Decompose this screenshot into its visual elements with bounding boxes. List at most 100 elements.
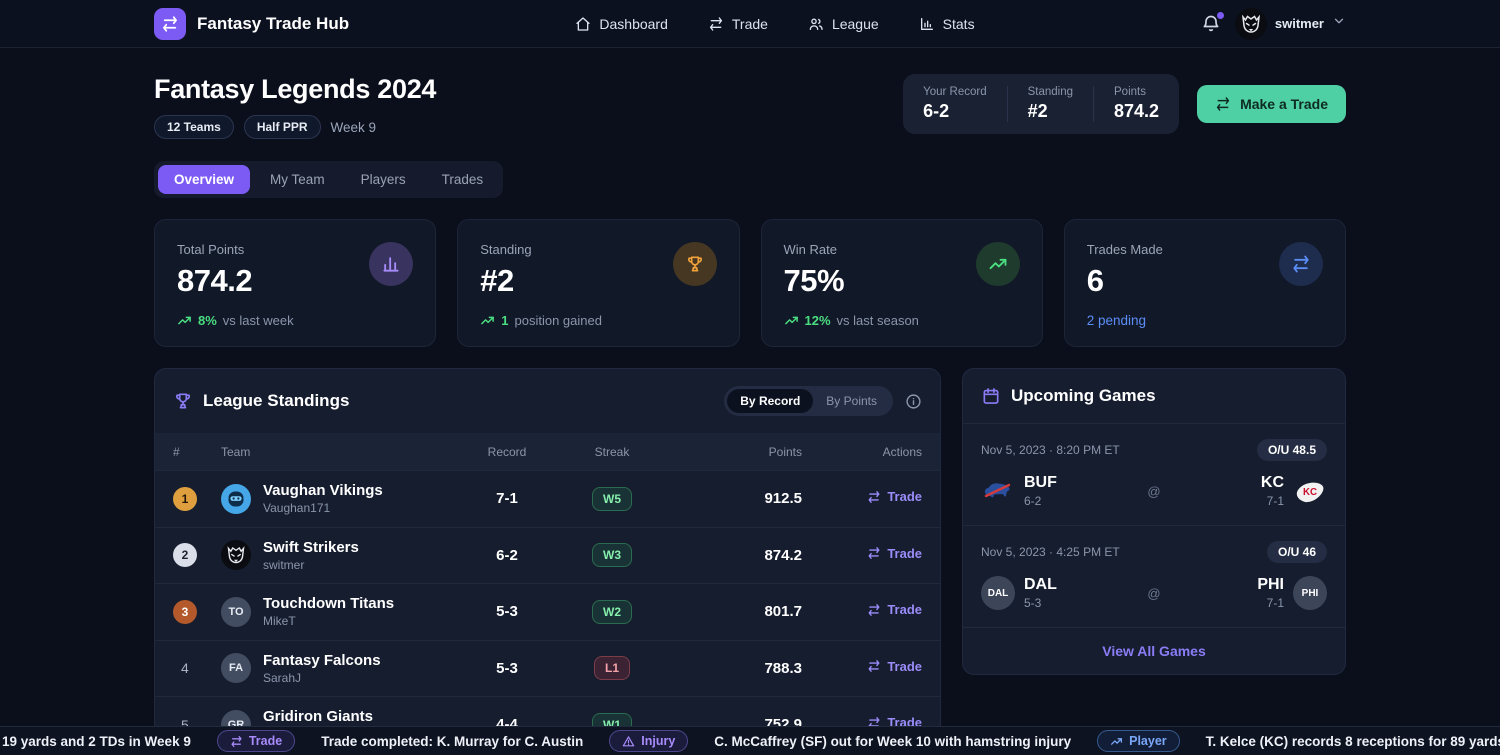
- points-value: 788.3: [662, 660, 802, 677]
- trophy-icon: [173, 391, 193, 411]
- card-trend: 12% vs last season: [784, 313, 919, 328]
- col-record: Record: [452, 445, 562, 459]
- team-record: 7-1: [1257, 596, 1284, 610]
- record-stat: Points 874.2: [1093, 86, 1159, 122]
- at-symbol: @: [1091, 586, 1217, 601]
- upcoming-games-title: Upcoming Games: [981, 386, 1156, 406]
- page-title: Fantasy Legends 2024: [154, 74, 436, 105]
- tab-overview[interactable]: Overview: [158, 165, 250, 194]
- ticker-badge-injury: Injury: [609, 730, 688, 752]
- col-actions: Actions: [802, 445, 922, 459]
- points-value: 874.2: [662, 547, 802, 564]
- team-abbr: BUF: [1024, 474, 1057, 492]
- team-owner: SarahJ: [263, 671, 381, 685]
- game-item: Nov 5, 2023 · 4:25 PM ET O/U 46 DAL DAL …: [963, 525, 1345, 627]
- over-under-badge: O/U 46: [1267, 541, 1327, 563]
- bills-logo: [981, 478, 1015, 504]
- swap-icon: [1215, 96, 1231, 112]
- stat-cards: Total Points 874.2 8% vs last week Stand…: [154, 219, 1346, 347]
- game-datetime: Nov 5, 2023 · 4:25 PM ET: [981, 545, 1120, 559]
- robot-mascot-avatar: [221, 484, 251, 514]
- record-value: 5-3: [452, 603, 562, 620]
- make-trade-button[interactable]: Make a Trade: [1197, 85, 1346, 123]
- ticker-badge-player: Player: [1097, 730, 1180, 752]
- chevron-down-icon: [1332, 14, 1346, 33]
- trophy-icon: [673, 242, 717, 286]
- table-row: 1 Vaughan Vikings Vaughan171 7-1 W5 912.…: [155, 470, 940, 527]
- stat-value: 6-2: [923, 101, 987, 122]
- stat-label: Points: [1114, 86, 1159, 98]
- app-logo: [154, 8, 186, 40]
- notifications-button[interactable]: [1201, 14, 1221, 34]
- swap-icon: [867, 659, 881, 673]
- record-value: 6-2: [452, 547, 562, 564]
- view-tabs: Overview My Team Players Trades: [154, 161, 503, 198]
- rank-number: 4: [173, 660, 221, 676]
- pending-trades-link[interactable]: 2 pending: [1087, 313, 1146, 328]
- team-name: Swift Strikers: [263, 539, 359, 556]
- nav-item-league[interactable]: League: [808, 16, 879, 32]
- stat-value: 874.2: [1114, 101, 1159, 122]
- info-icon[interactable]: [905, 393, 922, 410]
- points-value: 801.7: [662, 603, 802, 620]
- chart-icon: [919, 16, 935, 32]
- tab-players[interactable]: Players: [345, 165, 422, 194]
- nav-label: Stats: [943, 16, 975, 32]
- team-avatar: [221, 484, 251, 514]
- streak-badge: L1: [594, 656, 630, 680]
- upcoming-games-panel: Upcoming Games Nov 5, 2023 · 8:20 PM ET …: [962, 368, 1346, 675]
- ticker-text: 19 yards and 2 TDs in Week 9: [2, 734, 191, 749]
- trend-suffix: vs last week: [223, 313, 294, 328]
- toggle-by-points[interactable]: By Points: [813, 389, 890, 413]
- teams-badge: 12 Teams: [154, 115, 234, 139]
- header-right: Your Record 6-2 Standing #2 Points 874.2…: [903, 74, 1346, 134]
- trade-row-button[interactable]: Trade: [867, 546, 922, 561]
- upcoming-title-text: Upcoming Games: [1011, 386, 1156, 406]
- user-menu[interactable]: switmer: [1235, 8, 1346, 40]
- nav-item-trade[interactable]: Trade: [708, 16, 768, 32]
- card-trend: 8% vs last week: [177, 313, 294, 328]
- card-win-rate: Win Rate 75% 12% vs last season: [761, 219, 1043, 347]
- page-header: Fantasy Legends 2024 12 Teams Half PPR W…: [154, 74, 1346, 139]
- streak-badge: W5: [592, 487, 632, 511]
- card-pending: 2 pending: [1087, 313, 1146, 328]
- trade-row-button[interactable]: Trade: [867, 489, 922, 504]
- toggle-by-record[interactable]: By Record: [727, 389, 813, 413]
- away-team: DAL DAL 5-3: [981, 576, 1091, 610]
- col-team: Team: [221, 445, 452, 459]
- record-stat: Standing #2: [1007, 86, 1093, 122]
- record-value: 7-1: [452, 490, 562, 507]
- ticker-text: Trade completed: K. Murray for C. Austin: [321, 734, 583, 749]
- ticker-text: C. McCaffrey (SF) out for Week 10 with h…: [714, 734, 1071, 749]
- swap-icon: [708, 16, 724, 32]
- standings-title: League Standings: [173, 391, 349, 411]
- top-navbar: Fantasy Trade Hub Dashboard Trade League…: [0, 0, 1500, 48]
- home-team: KC 7-1 KC: [1217, 474, 1327, 508]
- trade-row-button[interactable]: Trade: [867, 602, 922, 617]
- nav-label: League: [832, 16, 879, 32]
- streak-badge: W3: [592, 543, 632, 567]
- away-team: BUF 6-2: [981, 474, 1091, 508]
- league-meta: 12 Teams Half PPR Week 9: [154, 115, 436, 139]
- view-all-games-link[interactable]: View All Games: [963, 627, 1345, 674]
- card-trend: 1 position gained: [480, 313, 602, 328]
- streak-badge: W2: [592, 600, 632, 624]
- game-item: Nov 5, 2023 · 8:20 PM ET O/U 48.5 BUF 6-…: [963, 423, 1345, 525]
- warning-icon: [622, 735, 635, 748]
- nav-label: Trade: [732, 16, 768, 32]
- nav-item-stats[interactable]: Stats: [919, 16, 975, 32]
- league-info: Fantasy Legends 2024 12 Teams Half PPR W…: [154, 74, 436, 139]
- record-stat: Your Record 6-2: [923, 86, 1007, 122]
- table-row: 3 TO Touchdown Titans MikeT 5-3 W2 801.7…: [155, 583, 940, 640]
- nav-right: switmer: [1201, 8, 1346, 40]
- team-abbr: DAL: [1024, 576, 1057, 594]
- tab-trades[interactable]: Trades: [426, 165, 500, 194]
- tab-my-team[interactable]: My Team: [254, 165, 341, 194]
- app-title: Fantasy Trade Hub: [197, 14, 349, 34]
- team-owner: switmer: [263, 558, 359, 572]
- points-value: 912.5: [662, 490, 802, 507]
- nav-item-dashboard[interactable]: Dashboard: [575, 16, 668, 32]
- user-avatar: [1235, 8, 1267, 40]
- team-record: 6-2: [1024, 494, 1057, 508]
- trade-row-button[interactable]: Trade: [867, 659, 922, 674]
